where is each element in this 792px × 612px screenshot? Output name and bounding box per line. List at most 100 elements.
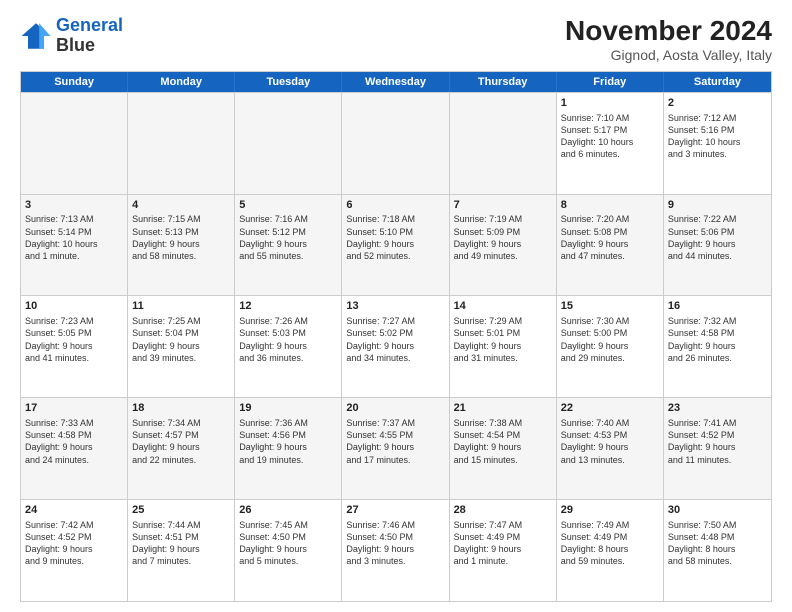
day-info-line: and 29 minutes. bbox=[561, 352, 659, 364]
day-info-line: Sunset: 5:17 PM bbox=[561, 124, 659, 136]
day-number: 13 bbox=[346, 299, 444, 314]
day-info-line: Sunset: 4:51 PM bbox=[132, 531, 230, 543]
day-info-line: Sunset: 5:08 PM bbox=[561, 226, 659, 238]
day-cell-14: 14Sunrise: 7:29 AMSunset: 5:01 PMDayligh… bbox=[450, 296, 557, 397]
day-info-line: Sunrise: 7:13 AM bbox=[25, 213, 123, 225]
day-cell-1: 1Sunrise: 7:10 AMSunset: 5:17 PMDaylight… bbox=[557, 93, 664, 194]
day-cell-25: 25Sunrise: 7:44 AMSunset: 4:51 PMDayligh… bbox=[128, 500, 235, 601]
calendar-row-1: 1Sunrise: 7:10 AMSunset: 5:17 PMDaylight… bbox=[21, 92, 771, 194]
day-info-line: Sunrise: 7:37 AM bbox=[346, 417, 444, 429]
day-cell-12: 12Sunrise: 7:26 AMSunset: 5:03 PMDayligh… bbox=[235, 296, 342, 397]
day-info-line: Daylight: 8 hours bbox=[668, 543, 767, 555]
day-info-line: Sunset: 5:09 PM bbox=[454, 226, 552, 238]
day-cell-19: 19Sunrise: 7:36 AMSunset: 4:56 PMDayligh… bbox=[235, 398, 342, 499]
day-info-line: Sunset: 5:01 PM bbox=[454, 327, 552, 339]
day-cell-26: 26Sunrise: 7:45 AMSunset: 4:50 PMDayligh… bbox=[235, 500, 342, 601]
day-cell-29: 29Sunrise: 7:49 AMSunset: 4:49 PMDayligh… bbox=[557, 500, 664, 601]
day-info-line: Sunrise: 7:49 AM bbox=[561, 519, 659, 531]
day-number: 10 bbox=[25, 299, 123, 314]
day-info-line: Daylight: 9 hours bbox=[454, 340, 552, 352]
day-info-line: Sunset: 5:02 PM bbox=[346, 327, 444, 339]
day-number: 30 bbox=[668, 503, 767, 518]
day-info-line: Daylight: 9 hours bbox=[454, 543, 552, 555]
day-info-line: Sunrise: 7:38 AM bbox=[454, 417, 552, 429]
logo-text: General Blue bbox=[56, 16, 123, 56]
day-info-line: Sunrise: 7:41 AM bbox=[668, 417, 767, 429]
day-number: 23 bbox=[668, 401, 767, 416]
day-info-line: Sunset: 4:52 PM bbox=[25, 531, 123, 543]
day-info-line: Sunrise: 7:47 AM bbox=[454, 519, 552, 531]
day-cell-10: 10Sunrise: 7:23 AMSunset: 5:05 PMDayligh… bbox=[21, 296, 128, 397]
weekday-header-saturday: Saturday bbox=[664, 72, 771, 92]
day-cell-17: 17Sunrise: 7:33 AMSunset: 4:58 PMDayligh… bbox=[21, 398, 128, 499]
day-info-line: Sunset: 5:06 PM bbox=[668, 226, 767, 238]
day-info-line: Sunset: 5:04 PM bbox=[132, 327, 230, 339]
day-info-line: Sunrise: 7:26 AM bbox=[239, 315, 337, 327]
day-number: 11 bbox=[132, 299, 230, 314]
weekday-header-tuesday: Tuesday bbox=[235, 72, 342, 92]
day-number: 7 bbox=[454, 198, 552, 213]
day-info-line: and 5 minutes. bbox=[239, 555, 337, 567]
day-info-line: Daylight: 9 hours bbox=[454, 238, 552, 250]
day-info-line: Sunrise: 7:46 AM bbox=[346, 519, 444, 531]
day-cell-15: 15Sunrise: 7:30 AMSunset: 5:00 PMDayligh… bbox=[557, 296, 664, 397]
day-info-line: and 55 minutes. bbox=[239, 250, 337, 262]
day-info-line: Daylight: 9 hours bbox=[346, 441, 444, 453]
weekday-header-monday: Monday bbox=[128, 72, 235, 92]
day-info-line: Daylight: 10 hours bbox=[25, 238, 123, 250]
logo-icon bbox=[20, 20, 52, 52]
day-info-line: and 3 minutes. bbox=[668, 148, 767, 160]
day-info-line: Sunrise: 7:30 AM bbox=[561, 315, 659, 327]
day-cell-empty-0-4 bbox=[450, 93, 557, 194]
day-cell-empty-0-2 bbox=[235, 93, 342, 194]
day-number: 9 bbox=[668, 198, 767, 213]
day-info-line: Sunrise: 7:33 AM bbox=[25, 417, 123, 429]
day-info-line: Daylight: 9 hours bbox=[25, 543, 123, 555]
day-info-line: and 6 minutes. bbox=[561, 148, 659, 160]
day-info-line: Sunset: 4:56 PM bbox=[239, 429, 337, 441]
weekday-header-sunday: Sunday bbox=[21, 72, 128, 92]
day-cell-20: 20Sunrise: 7:37 AMSunset: 4:55 PMDayligh… bbox=[342, 398, 449, 499]
day-info-line: Sunset: 5:16 PM bbox=[668, 124, 767, 136]
day-number: 2 bbox=[668, 96, 767, 111]
day-number: 28 bbox=[454, 503, 552, 518]
day-info-line: Daylight: 9 hours bbox=[668, 441, 767, 453]
day-number: 27 bbox=[346, 503, 444, 518]
day-number: 8 bbox=[561, 198, 659, 213]
day-info-line: Daylight: 9 hours bbox=[239, 441, 337, 453]
day-info-line: Sunrise: 7:29 AM bbox=[454, 315, 552, 327]
day-info-line: Daylight: 9 hours bbox=[239, 340, 337, 352]
day-info-line: and 17 minutes. bbox=[346, 454, 444, 466]
day-info-line: Sunset: 5:03 PM bbox=[239, 327, 337, 339]
day-info-line: Daylight: 9 hours bbox=[132, 441, 230, 453]
day-info-line: Sunrise: 7:36 AM bbox=[239, 417, 337, 429]
day-info-line: and 15 minutes. bbox=[454, 454, 552, 466]
day-info-line: Sunrise: 7:10 AM bbox=[561, 112, 659, 124]
day-info-line: Daylight: 10 hours bbox=[668, 136, 767, 148]
day-info-line: Sunrise: 7:19 AM bbox=[454, 213, 552, 225]
day-number: 20 bbox=[346, 401, 444, 416]
day-info-line: Sunrise: 7:44 AM bbox=[132, 519, 230, 531]
day-info-line: Sunset: 4:50 PM bbox=[346, 531, 444, 543]
day-info-line: Sunrise: 7:16 AM bbox=[239, 213, 337, 225]
day-info-line: Daylight: 9 hours bbox=[132, 238, 230, 250]
day-info-line: Sunset: 4:48 PM bbox=[668, 531, 767, 543]
day-info-line: Sunset: 5:13 PM bbox=[132, 226, 230, 238]
day-number: 6 bbox=[346, 198, 444, 213]
day-number: 15 bbox=[561, 299, 659, 314]
day-info-line: and 22 minutes. bbox=[132, 454, 230, 466]
day-info-line: Daylight: 9 hours bbox=[346, 340, 444, 352]
day-info-line: and 41 minutes. bbox=[25, 352, 123, 364]
day-number: 4 bbox=[132, 198, 230, 213]
day-info-line: Sunrise: 7:42 AM bbox=[25, 519, 123, 531]
day-info-line: Sunset: 5:00 PM bbox=[561, 327, 659, 339]
day-info-line: Sunset: 4:58 PM bbox=[25, 429, 123, 441]
day-cell-27: 27Sunrise: 7:46 AMSunset: 4:50 PMDayligh… bbox=[342, 500, 449, 601]
day-cell-empty-0-3 bbox=[342, 93, 449, 194]
day-info-line: Daylight: 10 hours bbox=[561, 136, 659, 148]
day-info-line: Sunset: 5:10 PM bbox=[346, 226, 444, 238]
day-info-line: Daylight: 9 hours bbox=[25, 340, 123, 352]
day-info-line: Daylight: 9 hours bbox=[668, 340, 767, 352]
day-info-line: Daylight: 9 hours bbox=[25, 441, 123, 453]
day-info-line: Sunset: 4:55 PM bbox=[346, 429, 444, 441]
